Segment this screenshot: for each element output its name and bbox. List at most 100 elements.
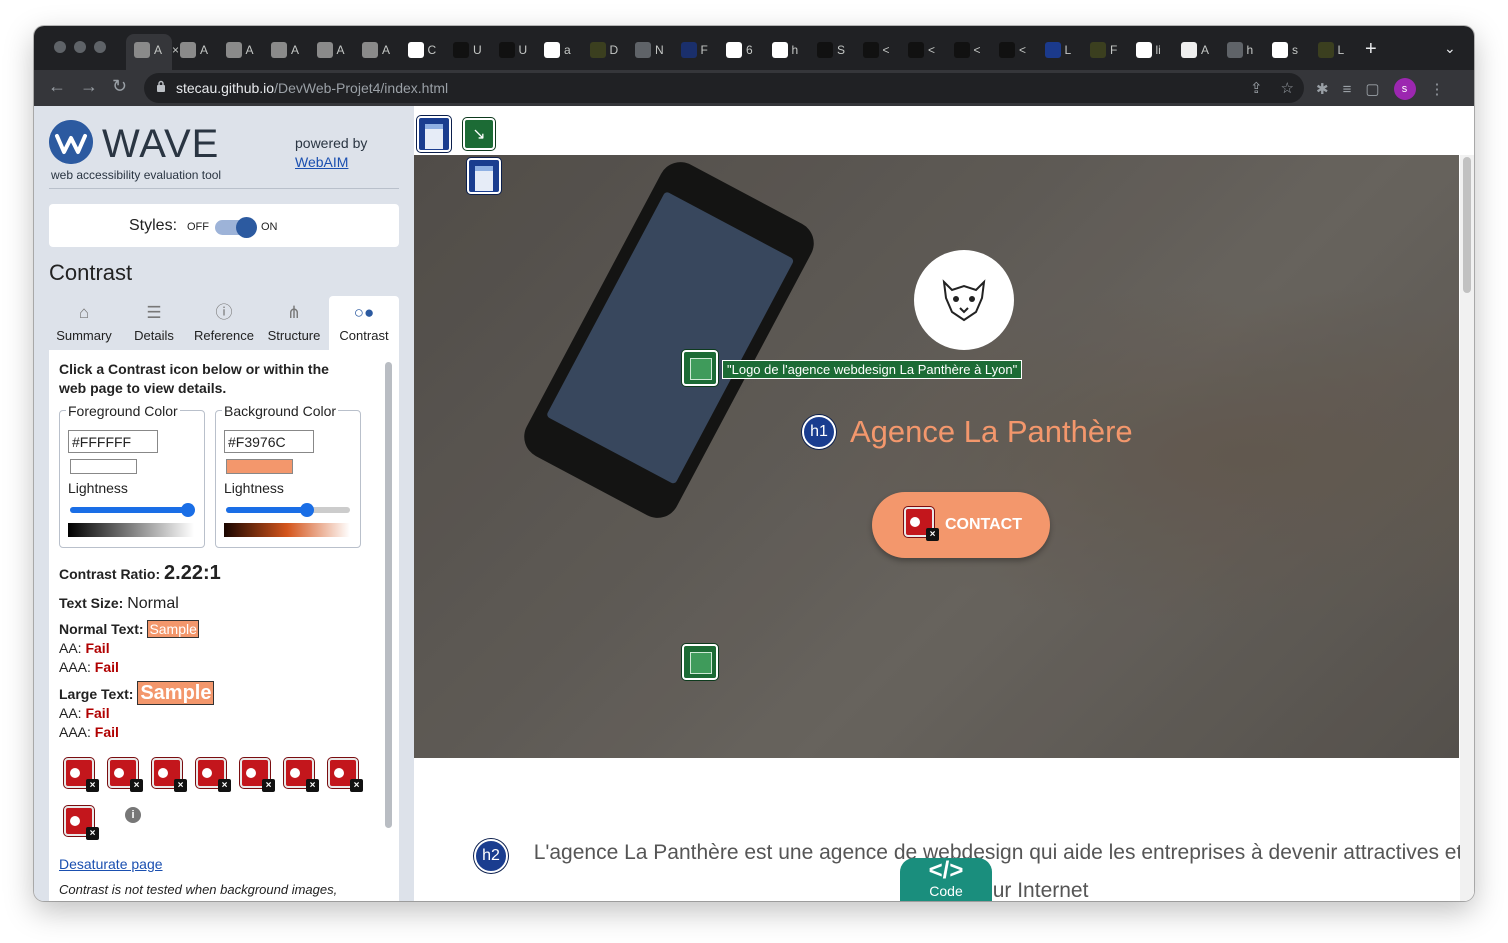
- code-panel-toggle[interactable]: </> Code: [900, 858, 992, 901]
- tab-search-button[interactable]: ⌄: [1444, 40, 1456, 57]
- globe-favicon-icon: [1226, 42, 1243, 58]
- browser-tab[interactable]: D: [589, 40, 618, 60]
- document-icon[interactable]: [417, 116, 451, 152]
- lock-icon[interactable]: [156, 80, 166, 93]
- contrast-error-icon[interactable]: ×: [284, 758, 319, 792]
- browser-tab[interactable]: A: [271, 40, 299, 60]
- zoom-window-button[interactable]: [94, 41, 106, 53]
- browser-tab[interactable]: h: [771, 40, 798, 60]
- profile-avatar[interactable]: s: [1393, 78, 1416, 100]
- back-button[interactable]: ←: [48, 76, 66, 97]
- tab-contrast[interactable]: ○● Contrast: [329, 296, 399, 350]
- browser-tab[interactable]: U: [453, 40, 482, 60]
- browser-tab[interactable]: <: [999, 40, 1026, 60]
- image-alt-icon[interactable]: [682, 350, 718, 386]
- panel-scrollbar[interactable]: [385, 362, 392, 828]
- contrast-error-icon[interactable]: ×: [108, 758, 143, 792]
- browser-tab[interactable]: L: [1317, 40, 1345, 60]
- close-window-button[interactable]: [54, 41, 66, 53]
- new-tab-button[interactable]: +: [1365, 38, 1377, 61]
- browser-tab[interactable]: A: [180, 40, 208, 60]
- browser-tab[interactable]: L: [1044, 40, 1071, 60]
- minimize-window-button[interactable]: [74, 41, 86, 53]
- browser-tab[interactable]: 6: [726, 40, 753, 60]
- tab-reference[interactable]: ⓘ Reference: [189, 296, 259, 350]
- tab-title: A: [245, 43, 254, 57]
- browser-tab[interactable]: N: [635, 40, 664, 60]
- styles-toggle[interactable]: [215, 217, 257, 238]
- document-icon[interactable]: [467, 158, 501, 194]
- page-scrollbar[interactable]: [1460, 155, 1474, 901]
- browser-tab[interactable]: A ×: [134, 40, 179, 60]
- slider-handle[interactable]: [180, 503, 195, 517]
- alt-text-label: "Logo de l'agence webdesign La Panthère …: [722, 360, 1023, 379]
- toggle-knob[interactable]: [236, 217, 257, 238]
- contrast-error-icon[interactable]: ×: [328, 758, 363, 792]
- browser-tab[interactable]: C: [407, 40, 436, 60]
- extensions-icon[interactable]: ✱: [1316, 80, 1329, 98]
- info-icon[interactable]: i: [125, 807, 141, 823]
- contrast-ratio: Contrast Ratio: 2.22:1: [59, 562, 221, 585]
- tab-structure[interactable]: ⋔ Structure: [259, 296, 329, 350]
- h1-badge[interactable]: h1: [802, 415, 836, 449]
- browser-tab[interactable]: F: [1090, 40, 1117, 60]
- bookmark-star-icon[interactable]: ☆: [1281, 79, 1294, 97]
- forward-button[interactable]: →: [80, 76, 98, 97]
- image-icon[interactable]: [682, 644, 718, 680]
- contrast-error-icon[interactable]: ×: [64, 806, 99, 840]
- browser-tab[interactable]: <: [908, 40, 935, 60]
- menu-kebab-icon[interactable]: ⋮: [1430, 80, 1445, 98]
- contact-button[interactable]: CONTACT: [872, 492, 1050, 558]
- panther-favicon-icon: [589, 42, 606, 58]
- browser-tab[interactable]: s: [1272, 40, 1298, 60]
- browser-tab[interactable]: F: [680, 40, 708, 60]
- tab-title: L: [1337, 43, 1345, 57]
- browser-tab[interactable]: U: [498, 40, 527, 60]
- contrast-error-icon[interactable]: ×: [904, 507, 939, 541]
- contrast-error-icon[interactable]: ×: [152, 758, 187, 792]
- browser-tab[interactable]: A: [225, 40, 254, 60]
- tab-summary[interactable]: ⌂ Summary: [49, 296, 119, 350]
- slider-handle[interactable]: [299, 503, 314, 517]
- contrast-error-icon[interactable]: ×: [64, 758, 99, 792]
- panel-title: Contrast: [49, 260, 133, 285]
- browser-tab[interactable]: <: [862, 40, 890, 60]
- tab-label: Summary: [56, 327, 112, 343]
- scrollbar-thumb[interactable]: [1463, 157, 1471, 293]
- normal-text-label: Normal Text:: [59, 621, 144, 637]
- mdn-favicon-icon: [908, 42, 924, 58]
- side-panel-icon[interactable]: ▢: [1365, 80, 1379, 98]
- close-icon: ×: [86, 827, 99, 840]
- desaturate-link[interactable]: Desaturate page: [59, 856, 163, 872]
- background-lightness-slider[interactable]: [226, 503, 350, 517]
- browser-tab[interactable]: <: [953, 40, 981, 60]
- contrast-error-icon[interactable]: ×: [196, 758, 231, 792]
- address-bar[interactable]: stecau.github.io/DevWeb-Projet4/index.ht…: [144, 73, 1304, 103]
- tab-details[interactable]: ☰ Details: [119, 296, 189, 350]
- browser-tab[interactable]: h: [1226, 40, 1254, 60]
- contrast-error-icon[interactable]: ×: [240, 758, 275, 792]
- url-text[interactable]: stecau.github.io/DevWeb-Projet4/index.ht…: [176, 80, 448, 96]
- webaim-link[interactable]: WebAIM: [295, 154, 348, 170]
- reading-list-icon[interactable]: ≡: [1343, 81, 1352, 98]
- tab-title: h: [1246, 43, 1254, 57]
- browser-tab[interactable]: A: [316, 40, 345, 60]
- browser-tab[interactable]: S: [817, 40, 845, 60]
- contrast-ratio-label: Contrast Ratio:: [59, 566, 161, 582]
- foreground-hex-input[interactable]: #FFFFFF: [68, 430, 158, 453]
- redundant-link-icon[interactable]: ↘: [463, 118, 495, 150]
- share-icon[interactable]: ⇪: [1250, 79, 1263, 97]
- browser-tab[interactable]: a: [544, 40, 571, 60]
- browser-tab[interactable]: A: [362, 40, 390, 60]
- panther-logo[interactable]: [914, 250, 1014, 350]
- reload-button[interactable]: ↻: [112, 76, 127, 97]
- close-tab-icon[interactable]: ×: [172, 43, 179, 57]
- google-favicon-icon: [544, 42, 560, 58]
- browser-tab[interactable]: li: [1135, 40, 1161, 60]
- foreground-lightness-slider[interactable]: [70, 503, 195, 517]
- mdn-favicon-icon: [498, 42, 515, 58]
- browser-tab[interactable]: A: [1181, 40, 1209, 60]
- background-hex-input[interactable]: #F3976C: [224, 430, 314, 453]
- error-dot: [334, 768, 344, 778]
- h2-badge[interactable]: h2: [474, 839, 508, 873]
